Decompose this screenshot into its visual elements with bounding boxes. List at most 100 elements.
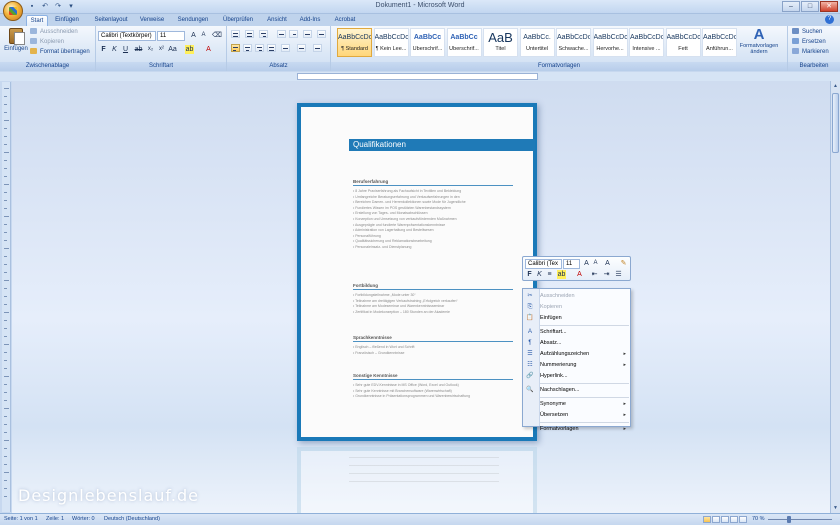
- mini-bullets-icon[interactable]: ☰: [614, 270, 623, 279]
- grow-font-icon[interactable]: A: [189, 31, 198, 40]
- decrease-indent-icon[interactable]: [277, 30, 286, 38]
- font-size-box[interactable]: 11: [157, 31, 185, 41]
- mini-italic-icon[interactable]: K: [535, 270, 544, 279]
- document-page[interactable]: Qualifikationen Berufserfahrung • 8 Jahre…: [297, 103, 537, 441]
- find-button[interactable]: Suchen: [792, 28, 822, 37]
- shading-icon[interactable]: [297, 44, 306, 52]
- tab-sendungen[interactable]: Sendungen: [175, 15, 211, 26]
- tab-start[interactable]: Start: [26, 15, 48, 26]
- cut-button[interactable]: Ausschneiden: [30, 28, 78, 37]
- select-button[interactable]: Markieren: [792, 48, 829, 57]
- strikethrough-icon[interactable]: ab: [134, 45, 143, 54]
- font-color-icon[interactable]: A: [204, 45, 213, 54]
- tab-acrobat[interactable]: Acrobat: [331, 15, 359, 26]
- mini-styles-icon[interactable]: A: [603, 259, 612, 268]
- highlight-icon[interactable]: ab: [185, 45, 194, 54]
- underline-icon[interactable]: U: [121, 45, 130, 54]
- menu-item-6[interactable]: ☰ Aufzählungszeichen ▸: [523, 349, 630, 360]
- horizontal-ruler[interactable]: [297, 73, 538, 80]
- increase-indent-icon[interactable]: [289, 30, 298, 38]
- menu-item-5[interactable]: ¶ Absatz...: [523, 338, 630, 349]
- style-9[interactable]: AaBbCcDc Fett: [665, 28, 701, 57]
- status-words[interactable]: Wörter: 0: [72, 514, 95, 525]
- borders-icon[interactable]: [313, 44, 322, 52]
- bold-icon[interactable]: F: [99, 45, 108, 54]
- menu-item-1[interactable]: ⎘ Kopieren: [523, 302, 630, 313]
- justify-icon[interactable]: [267, 44, 276, 52]
- vertical-scrollbar[interactable]: ▲ ▼: [830, 81, 840, 513]
- minimize-button[interactable]: –: [782, 1, 800, 12]
- pilcrow-icon[interactable]: [317, 30, 326, 38]
- menu-item-12[interactable]: Synonyme ▸: [523, 399, 630, 410]
- replace-button[interactable]: Ersetzen: [792, 38, 826, 47]
- scroll-down-icon[interactable]: ▼: [832, 504, 839, 512]
- style-7[interactable]: AaBbCcDc Hervorhe...: [592, 28, 628, 57]
- tab-verweise[interactable]: Verweise: [137, 15, 167, 26]
- status-line[interactable]: Zeile: 1: [46, 514, 64, 525]
- numbering-icon[interactable]: [245, 30, 254, 38]
- font-name-box[interactable]: Calibri (Textkörper): [98, 31, 156, 41]
- shrink-font-icon[interactable]: A: [199, 31, 208, 40]
- mini-highlight-icon[interactable]: ab: [557, 270, 566, 279]
- subscript-icon[interactable]: x₂: [146, 45, 155, 54]
- mini-format-painter-icon[interactable]: ✎: [619, 259, 628, 268]
- change-case-icon[interactable]: Aa: [168, 45, 177, 54]
- menu-item-7[interactable]: ☷ Nummerierung ▸: [523, 360, 630, 371]
- style-2[interactable]: AaBbCc Überschrif...: [410, 28, 445, 57]
- bullets-icon[interactable]: [231, 30, 240, 38]
- close-button[interactable]: ✕: [820, 1, 838, 12]
- full-screen-view-icon[interactable]: [712, 516, 720, 523]
- tab-ansicht[interactable]: Ansicht: [264, 15, 290, 26]
- mini-font-color-icon[interactable]: A: [575, 270, 584, 279]
- zoom-slider[interactable]: [768, 519, 832, 520]
- menu-item-8[interactable]: 🔗 Hyperlink...: [523, 371, 630, 382]
- maximize-button[interactable]: □: [801, 1, 819, 12]
- style-6[interactable]: AaBbCcDc Schwache...: [556, 28, 591, 57]
- format-painter-button[interactable]: Format übertragen: [30, 48, 90, 57]
- menu-item-10[interactable]: 🔍 Nachschlagen...: [523, 385, 630, 396]
- outline-view-icon[interactable]: [730, 516, 738, 523]
- menu-item-0[interactable]: ✂ Ausschneiden: [523, 291, 630, 302]
- clear-format-icon[interactable]: ⌫: [212, 31, 222, 40]
- menu-item-13[interactable]: Übersetzen ▸: [523, 410, 630, 421]
- tab-add-ins[interactable]: Add-Ins: [297, 15, 323, 26]
- zoom-slider-thumb[interactable]: [787, 516, 791, 523]
- vertical-ruler[interactable]: [2, 82, 11, 512]
- tab-einfuegen[interactable]: Einfügen: [52, 15, 82, 26]
- italic-icon[interactable]: K: [110, 45, 119, 54]
- multilevel-list-icon[interactable]: [259, 30, 268, 38]
- status-language[interactable]: Deutsch (Deutschland): [104, 514, 160, 525]
- draft-view-icon[interactable]: [739, 516, 747, 523]
- copy-button[interactable]: Kopieren: [30, 38, 64, 47]
- mini-increase-indent-icon[interactable]: ⇥: [602, 270, 611, 279]
- style-10[interactable]: AaBbCcDc Anführun...: [702, 28, 737, 57]
- web-layout-view-icon[interactable]: [721, 516, 729, 523]
- style-3[interactable]: AaBbCc Überschrif...: [446, 28, 482, 57]
- office-button[interactable]: [3, 1, 23, 21]
- scrollbar-thumb[interactable]: [832, 93, 839, 153]
- style-8[interactable]: AaBbCcDc Intensive ...: [629, 28, 664, 57]
- sort-icon[interactable]: [303, 30, 312, 38]
- mini-font-size-box[interactable]: 11: [563, 259, 580, 269]
- line-spacing-icon[interactable]: [281, 44, 290, 52]
- mini-center-icon[interactable]: ≡: [545, 270, 554, 279]
- change-styles-button[interactable]: A Formatvorlagen ändern: [738, 27, 780, 56]
- style-0[interactable]: AaBbCcDc ¶ Standard: [337, 28, 372, 57]
- tab-ueberpruefen[interactable]: Überprüfen: [220, 15, 256, 26]
- mini-font-name-box[interactable]: Calibri (Tex: [525, 259, 562, 269]
- help-icon[interactable]: ?: [825, 15, 834, 24]
- align-right-icon[interactable]: [255, 44, 264, 52]
- tab-seitenlayout[interactable]: Seitenlayout: [90, 15, 132, 26]
- status-page[interactable]: Seite: 1 von 1: [4, 514, 38, 525]
- scroll-up-icon[interactable]: ▲: [832, 82, 839, 90]
- mini-grow-font-icon[interactable]: A: [582, 259, 591, 268]
- style-4[interactable]: AaB Titel: [483, 28, 518, 57]
- mini-bold-icon[interactable]: F: [525, 270, 534, 279]
- menu-item-4[interactable]: A Schriftart...: [523, 327, 630, 338]
- superscript-icon[interactable]: x²: [157, 45, 166, 54]
- menu-item-2[interactable]: 📋 Einfügen: [523, 313, 630, 324]
- mini-decrease-indent-icon[interactable]: ⇤: [590, 270, 599, 279]
- style-5[interactable]: AaBbCc. Untertitel: [519, 28, 555, 57]
- zoom-level[interactable]: 70 %: [752, 514, 765, 525]
- mini-shrink-font-icon[interactable]: A: [591, 259, 600, 268]
